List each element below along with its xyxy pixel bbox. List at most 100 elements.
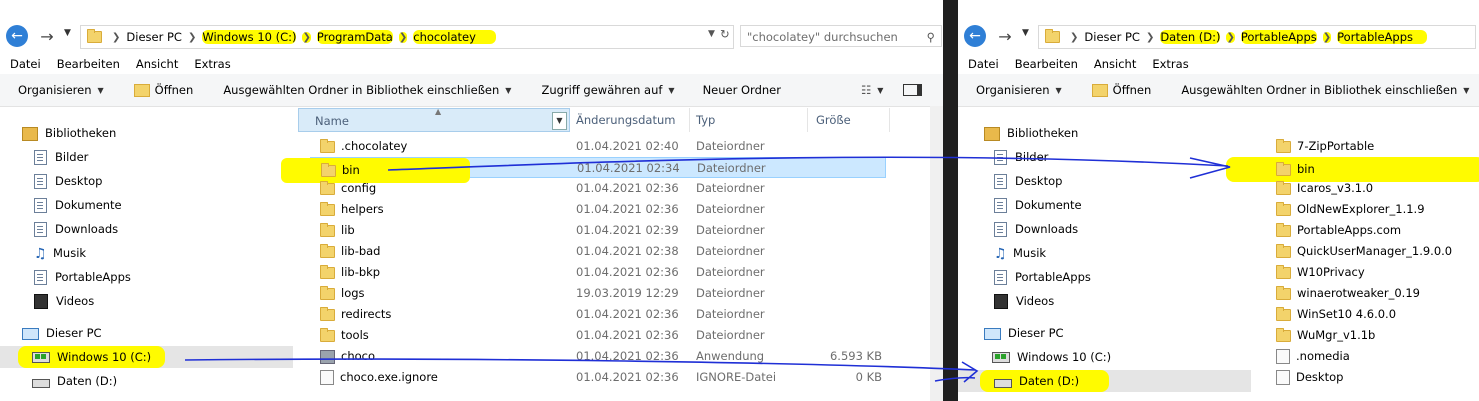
file-icon: [1276, 349, 1290, 364]
nav-item-musik[interactable]: ♫ Musik: [34, 242, 86, 264]
list-item[interactable]: OldNewExplorer_1.1.9: [1276, 199, 1425, 220]
nav-drive-d[interactable]: Daten (D:): [958, 370, 1251, 392]
include-in-library-button[interactable]: Ausgewählten Ordner in Bibliothek einsch…: [1181, 83, 1469, 97]
preview-pane-icon: [903, 84, 923, 96]
open-button[interactable]: Öffnen: [133, 83, 194, 97]
list-item[interactable]: PortableApps.com: [1276, 220, 1401, 241]
list-item[interactable]: W10Privacy: [1276, 262, 1365, 283]
column-header-size[interactable]: Größe: [808, 108, 890, 132]
table-row[interactable]: choco.exe.ignore 01.04.2021 02:36 IGNORE-D…: [310, 367, 886, 388]
nav-item-label: PortableApps: [55, 270, 131, 284]
menu-extras[interactable]: Extras: [194, 57, 230, 71]
list-item[interactable]: 7-ZipPortable: [1276, 136, 1374, 157]
nav-drive-c[interactable]: Windows 10 (C:): [992, 346, 1111, 368]
nav-item-videos[interactable]: Videos: [994, 290, 1054, 312]
breadcrumb-portableapps[interactable]: PortableApps: [1240, 30, 1317, 44]
nav-item-bilder[interactable]: Bilder: [34, 146, 88, 168]
folder-icon: [320, 138, 335, 153]
open-label: Öffnen: [154, 83, 194, 97]
nav-drive-c[interactable]: Windows 10 (C:): [0, 346, 293, 368]
organize-button[interactable]: Organisieren ▼: [976, 83, 1062, 97]
table-row[interactable]: helpers 01.04.2021 02:36 Dateiordner: [310, 199, 886, 220]
table-row[interactable]: .chocolatey 01.04.2021 02:40 Dateiordner: [310, 136, 886, 157]
nav-item-desktop[interactable]: Desktop: [34, 170, 102, 192]
menu-extras[interactable]: Extras: [1152, 57, 1188, 71]
nav-item-dokumente[interactable]: Dokumente: [994, 194, 1082, 216]
menu-bearbeiten[interactable]: Bearbeiten: [1015, 57, 1078, 71]
file-name: WuMgr_v1.1b: [1297, 328, 1376, 342]
breadcrumb-chocolatey[interactable]: chocolatey: [413, 30, 496, 44]
column-header-date[interactable]: Änderungsdatum: [570, 108, 690, 132]
table-row[interactable]: logs 19.03.2019 12:29 Dateiordner: [310, 283, 886, 304]
nav-item-desktop[interactable]: Desktop: [994, 170, 1062, 192]
search-input[interactable]: "chocolatey" durchsuchen ⚲: [740, 25, 942, 47]
nav-item-portableapps[interactable]: PortableApps: [34, 266, 131, 288]
menu-ansicht[interactable]: Ansicht: [1094, 57, 1136, 71]
breadcrumb-windows-drive[interactable]: Windows 10 (C:): [202, 30, 297, 44]
list-item[interactable]: Icaros_v3.1.0: [1276, 178, 1373, 199]
open-button[interactable]: Öffnen: [1091, 83, 1151, 97]
nav-item-downloads[interactable]: Downloads: [994, 218, 1078, 240]
table-row[interactable]: bin 01.04.2021 02:34 Dateiordner: [281, 157, 886, 183]
table-row[interactable]: lib-bkp 01.04.2021 02:36 Dateiordner: [310, 262, 886, 283]
back-button[interactable]: ←: [964, 25, 986, 47]
nav-item-bilder[interactable]: Bilder: [994, 146, 1048, 168]
nav-item-portableapps[interactable]: PortableApps: [994, 266, 1091, 288]
share-with-button[interactable]: Zugriff gewähren auf ▼: [541, 83, 674, 97]
forward-button[interactable]: →: [994, 25, 1016, 47]
table-row[interactable]: lib-bad 01.04.2021 02:38 Dateiordner: [310, 241, 886, 262]
chevron-right-icon: ❯: [398, 31, 408, 43]
menu-bearbeiten[interactable]: Bearbeiten: [57, 57, 120, 71]
nav-libraries[interactable]: Bibliotheken: [984, 122, 1078, 144]
table-row[interactable]: choco 01.04.2021 02:36 Anwendung 6.593 KB: [310, 346, 886, 367]
table-row[interactable]: tools 01.04.2021 02:36 Dateiordner: [310, 325, 886, 346]
breadcrumb-programdata[interactable]: ProgramData: [316, 30, 393, 44]
view-options-button[interactable]: ☷ ▼: [861, 83, 883, 97]
chevron-down-icon[interactable]: ▼: [552, 112, 567, 130]
breadcrumb-data-drive[interactable]: Daten (D:): [1160, 30, 1221, 44]
nav-this-pc[interactable]: Dieser PC: [22, 322, 102, 344]
address-bar[interactable]: ❯ Dieser PC ❯ Windows 10 (C:) ❯ ProgramD…: [80, 25, 734, 49]
nav-item-label: Downloads: [55, 222, 119, 236]
address-bar[interactable]: ❯ Dieser PC ❯ Daten (D:) ❯ PortableApps …: [1038, 25, 1476, 49]
nav-item-downloads[interactable]: Downloads: [34, 218, 118, 240]
vertical-scrollbar[interactable]: [930, 106, 943, 401]
table-row[interactable]: lib 01.04.2021 02:39 Dateiordner: [310, 220, 886, 241]
column-header-type[interactable]: Typ: [690, 108, 808, 132]
address-dropdown-icon[interactable]: ▼: [708, 29, 715, 39]
nav-item-musik[interactable]: ♫ Musik: [994, 242, 1046, 264]
nav-drive-d[interactable]: Daten (D:): [32, 370, 117, 392]
preview-pane-button[interactable]: [903, 84, 923, 96]
menu-datei[interactable]: Datei: [968, 57, 999, 71]
list-item[interactable]: WinSet10 4.6.0.0: [1276, 304, 1396, 325]
breadcrumb-this-pc[interactable]: Dieser PC: [126, 30, 182, 44]
list-item[interactable]: winaerotweaker_0.19: [1276, 283, 1420, 304]
recent-locations-chevron-icon[interactable]: ▼: [1022, 28, 1029, 38]
list-item[interactable]: Desktop: [1276, 367, 1343, 388]
recent-locations-chevron-icon[interactable]: ▼: [64, 28, 71, 38]
drive-icon: [32, 379, 50, 388]
list-item[interactable]: bin: [1226, 157, 1479, 182]
chevron-down-icon: ▼: [1463, 85, 1470, 95]
organize-button[interactable]: Organisieren ▼: [18, 83, 104, 97]
include-in-library-button[interactable]: Ausgewählten Ordner in Bibliothek einsch…: [223, 83, 511, 97]
nav-this-pc[interactable]: Dieser PC: [984, 322, 1064, 344]
forward-button[interactable]: →: [36, 25, 58, 47]
list-item[interactable]: WuMgr_v1.1b: [1276, 325, 1375, 346]
menu-ansicht[interactable]: Ansicht: [136, 57, 178, 71]
breadcrumb-this-pc[interactable]: Dieser PC: [1084, 30, 1140, 44]
table-row[interactable]: redirects 01.04.2021 02:36 Dateiordner: [310, 304, 886, 325]
back-button[interactable]: ←: [6, 25, 28, 47]
menu-datei[interactable]: Datei: [10, 57, 41, 71]
list-item[interactable]: QuickUserManager_1.9.0.0: [1276, 241, 1452, 262]
refresh-icon[interactable]: ↻: [720, 27, 730, 41]
nav-item-videos[interactable]: Videos: [34, 290, 94, 312]
nav-libraries[interactable]: Bibliotheken: [22, 122, 116, 144]
windows-drive-icon: [32, 352, 50, 363]
table-row[interactable]: config 01.04.2021 02:36 Dateiordner: [310, 178, 886, 199]
nav-item-dokumente[interactable]: Dokumente: [34, 194, 122, 216]
new-folder-button[interactable]: Neuer Ordner: [703, 83, 781, 97]
breadcrumb-portableapps-sub[interactable]: PortableApps: [1337, 30, 1427, 44]
list-item[interactable]: .nomedia: [1276, 346, 1350, 367]
column-header-name[interactable]: ▲ Name ▼: [298, 107, 570, 132]
